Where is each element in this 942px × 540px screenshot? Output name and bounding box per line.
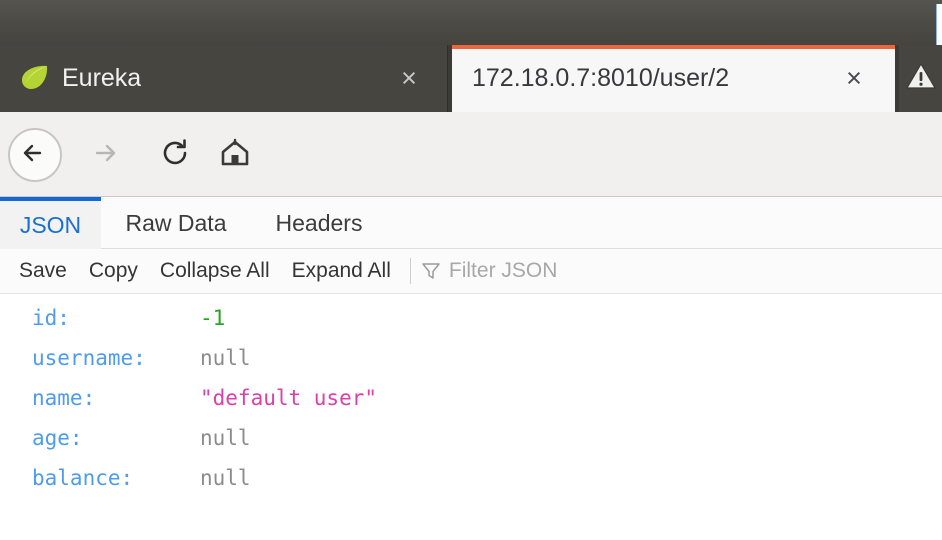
json-row[interactable]: name: "default user"	[0, 378, 942, 418]
save-button[interactable]: Save	[8, 259, 78, 283]
json-key: name:	[32, 386, 96, 410]
browser-tab-eureka[interactable]: Eureka ×	[0, 45, 448, 112]
tab-json[interactable]: JSON	[0, 197, 101, 249]
json-key: balance:	[32, 466, 134, 490]
navigation-toolbar: 172.18.0.7:8010/user/2	[0, 112, 942, 295]
json-content-panel: id: -1 username: null name: "default use…	[0, 294, 942, 540]
close-icon[interactable]: ×	[841, 65, 867, 92]
json-row[interactable]: id: -1	[0, 298, 942, 338]
reload-button[interactable]	[148, 128, 202, 182]
home-icon	[219, 137, 251, 174]
arrow-left-icon	[18, 136, 52, 175]
json-row[interactable]: username: null	[0, 338, 942, 378]
json-viewer-tabs: JSON Raw Data Headers	[0, 197, 942, 249]
tab-raw-data[interactable]: Raw Data	[106, 197, 246, 249]
toolbar-divider	[409, 258, 411, 284]
tab-title: 172.18.0.7:8010/user/2	[472, 64, 730, 92]
home-button[interactable]	[208, 128, 262, 182]
json-key: id:	[32, 306, 70, 330]
back-button[interactable]	[8, 128, 62, 182]
tab-headers[interactable]: Headers	[252, 197, 386, 249]
json-row[interactable]: age: null	[0, 418, 942, 458]
arrow-right-icon	[88, 136, 122, 175]
window-titlebar	[0, 0, 942, 45]
browser-window: Eureka × 172.18.0.7:8010/user/2 × JSON R…	[0, 0, 942, 540]
close-icon[interactable]: ×	[396, 65, 422, 92]
json-value: null	[200, 466, 251, 490]
tab-strip: Eureka × 172.18.0.7:8010/user/2 ×	[0, 45, 942, 112]
json-row[interactable]: balance: null	[0, 458, 942, 498]
warning-triangle-icon	[905, 62, 936, 95]
forward-button	[78, 128, 132, 182]
tab-title: Eureka	[62, 64, 142, 92]
json-key: username:	[32, 346, 146, 370]
browser-tab-user[interactable]: 172.18.0.7:8010/user/2 ×	[452, 45, 895, 112]
filter-json-input[interactable]: Filter JSON	[449, 259, 558, 283]
leaf-icon	[20, 64, 50, 90]
copy-button[interactable]: Copy	[78, 259, 149, 283]
json-value: null	[200, 426, 251, 450]
json-value: -1	[200, 306, 226, 330]
expand-all-button[interactable]: Expand All	[281, 259, 402, 283]
json-value: null	[200, 346, 251, 370]
filter-funnel-icon	[421, 261, 441, 281]
collapse-all-button[interactable]: Collapse All	[149, 259, 281, 283]
browser-tab-warning[interactable]	[899, 45, 942, 112]
reload-icon	[159, 137, 191, 174]
json-viewer-toolbar: Save Copy Collapse All Expand All Filter…	[0, 249, 942, 294]
titlebar-right-edge	[936, 4, 942, 45]
json-value: "default user"	[200, 386, 378, 410]
json-key: age:	[32, 426, 83, 450]
